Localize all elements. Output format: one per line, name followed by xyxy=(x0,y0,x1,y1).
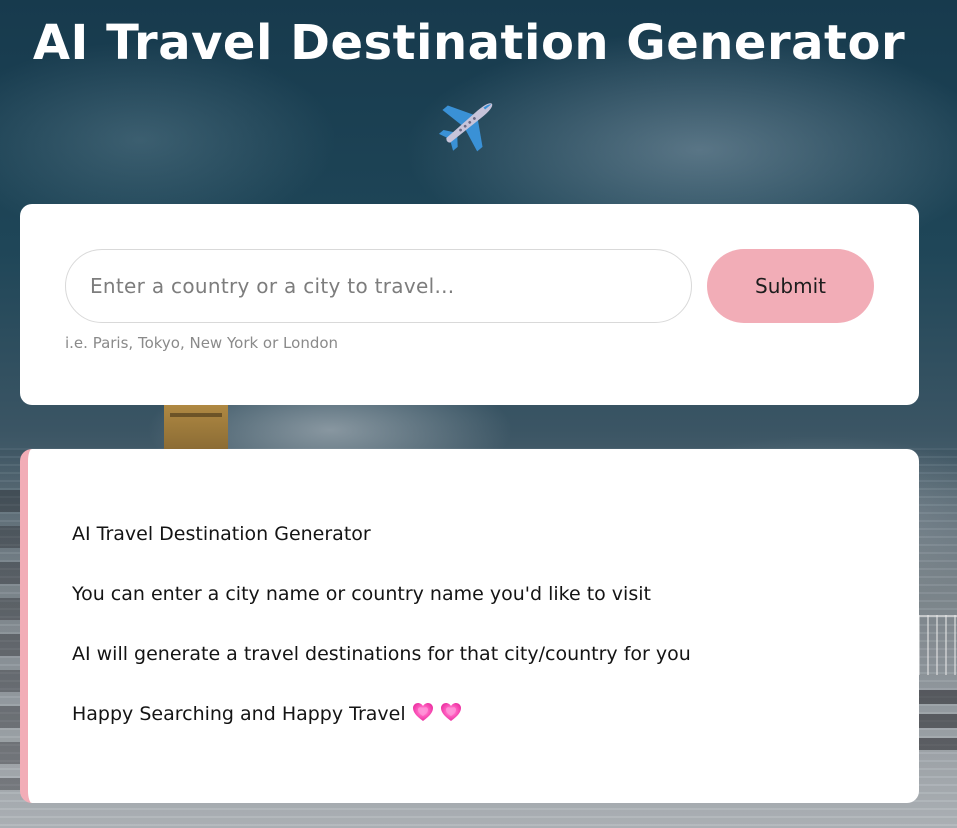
info-line-greeting: Happy Searching and Happy Travel xyxy=(72,699,872,729)
airplane-icon xyxy=(436,90,502,156)
search-hint: i.e. Paris, Tokyo, New York or London xyxy=(65,334,339,352)
page-title: AI Travel Destination Generator xyxy=(32,15,906,71)
destination-search-input[interactable] xyxy=(65,249,692,323)
sparkling-heart-icon xyxy=(412,701,434,723)
background-windows xyxy=(918,690,957,750)
sparkling-heart-icon xyxy=(440,701,462,723)
background-building-edge xyxy=(0,490,20,790)
background-tower xyxy=(164,403,228,451)
info-card: AI Travel Destination Generator You can … xyxy=(20,449,919,803)
info-line-description: AI will generate a travel destinations f… xyxy=(72,643,691,665)
submit-button[interactable]: Submit xyxy=(707,249,874,323)
info-line-title: AI Travel Destination Generator xyxy=(72,523,371,545)
greeting-text: Happy Searching and Happy Travel xyxy=(72,703,406,725)
background-railing xyxy=(918,615,957,675)
search-card: Submit i.e. Paris, Tokyo, New York or Lo… xyxy=(20,204,919,405)
info-text: AI Travel Destination Generator You can … xyxy=(72,519,872,759)
info-line-instructions: You can enter a city name or country nam… xyxy=(72,583,651,605)
